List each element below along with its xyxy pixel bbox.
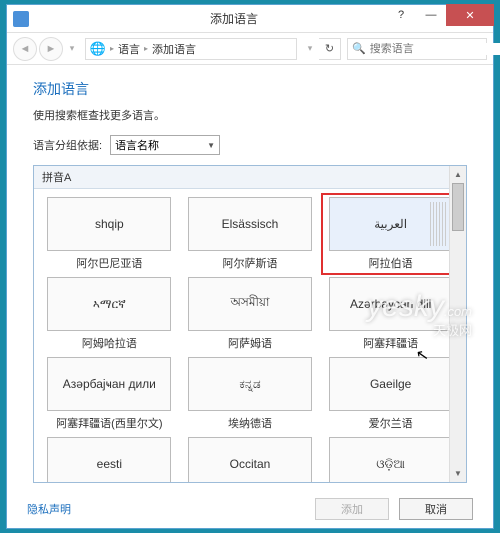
content: 添加语言 使用搜索框查找更多语言。 语言分组依据: 语言名称 ▼ 拼音A shq… [7,65,493,491]
refresh-button[interactable]: ↻ [319,38,341,60]
minimize-button[interactable]: — [416,4,446,26]
group-select-value: 语言名称 [115,137,159,153]
language-label: 阿拉伯语 [369,255,413,271]
language-cell[interactable]: Азәрбајҹан дили 阿塞拜疆语(西里尔文) [44,357,175,431]
language-label: 爱尔兰语 [369,415,413,431]
footer: 隐私声明 添加 取消 [7,498,493,520]
language-tile[interactable]: Azərbaycan dili [329,277,453,331]
search-box[interactable]: 🔍 [347,38,487,60]
search-icon: 🔍 [352,42,366,55]
navbar: ◄ ► ▾ 🌐 ▸ 语言 ▸ 添加语言 ▾ ↻ 🔍 [7,33,493,65]
language-tile[interactable]: ଓଡ଼ିଆ [329,437,453,483]
breadcrumb-item[interactable]: 添加语言 [152,41,196,57]
language-cell[interactable]: ኣማርኛ 阿姆哈拉语 [44,277,175,351]
window-controls: ? — ✕ [386,4,494,26]
language-list: 拼音A shqip 阿尔巴尼亚语 Elsässisch 阿尔萨斯语 العربية 阿拉伯… [33,165,467,483]
close-button[interactable]: ✕ [446,4,494,26]
language-tile[interactable]: Gaeilge [329,357,453,411]
cancel-button[interactable]: 取消 [399,498,473,520]
language-tile[interactable]: ಕನ್ನಡ [188,357,312,411]
language-tile[interactable]: Elsässisch [188,197,312,251]
window: 添加语言 ? — ✕ ◄ ► ▾ 🌐 ▸ 语言 ▸ 添加语言 ▾ ↻ 🔍 添加语… [6,4,494,529]
language-cell[interactable]: Occitan [185,437,316,483]
breadcrumb-dropdown[interactable]: ▾ [303,37,317,61]
language-label: 阿姆哈拉语 [82,335,137,351]
help-button[interactable]: ? [386,4,416,26]
group-select[interactable]: 语言名称 ▼ [110,135,220,155]
language-cell[interactable]: eesti [44,437,175,483]
language-cell[interactable]: ಕನ್ನಡ 埃纳德语 [185,357,316,431]
section-header: 拼音A [34,166,466,189]
breadcrumb[interactable]: 🌐 ▸ 语言 ▸ 添加语言 [85,38,297,60]
add-button[interactable]: 添加 [315,498,389,520]
chevron-down-icon: ▼ [207,141,215,150]
forward-button[interactable]: ► [39,37,63,61]
history-dropdown[interactable]: ▾ [65,37,79,61]
language-label: 埃纳德语 [228,415,272,431]
language-label: 阿尔萨斯语 [222,255,277,271]
language-cell[interactable]: Azərbaycan dili 阿塞拜疆语 [325,277,456,351]
language-cell[interactable]: ଓଡ଼ିଆ [325,437,456,483]
titlebar: 添加语言 ? — ✕ [7,5,493,33]
group-row: 语言分组依据: 语言名称 ▼ [33,135,467,155]
page-subtitle: 使用搜索框查找更多语言。 [33,107,467,123]
scroll-down-button[interactable]: ▼ [450,465,466,482]
language-tile[interactable]: Азәрбајҹан дили [47,357,171,411]
breadcrumb-item[interactable]: 语言 [118,41,140,57]
globe-icon: 🌐 [90,41,106,57]
scrollbar[interactable]: ▲ ▼ [449,166,466,482]
language-label: 阿塞拜疆语 [363,335,418,351]
group-label: 语言分组依据: [33,137,102,153]
language-label: 阿尔巴尼亚语 [76,255,142,271]
language-cell[interactable]: العربية 阿拉伯语 [325,197,456,271]
language-tile[interactable]: العربية [329,197,453,251]
language-tile[interactable]: ኣማርኛ [47,277,171,331]
search-input[interactable] [370,43,500,55]
language-tile[interactable]: shqip [47,197,171,251]
scroll-up-button[interactable]: ▲ [450,166,466,183]
scroll-thumb[interactable] [452,183,464,231]
language-tile[interactable]: অসমীয়া [188,277,312,331]
page-title: 添加语言 [33,79,467,99]
language-label: 阿萨姆语 [228,335,272,351]
language-cell[interactable]: Elsässisch 阿尔萨斯语 [185,197,316,271]
language-label: 阿塞拜疆语(西里尔文) [56,415,162,431]
language-tile[interactable]: eesti [47,437,171,483]
app-icon [13,11,29,27]
privacy-link[interactable]: 隐私声明 [27,501,305,517]
back-button[interactable]: ◄ [13,37,37,61]
chevron-right-icon: ▸ [144,44,148,53]
language-grid: shqip 阿尔巴尼亚语 Elsässisch 阿尔萨斯语 العربية 阿拉伯语 ኣማር… [34,189,466,483]
language-cell[interactable]: Gaeilge 爱尔兰语 [325,357,456,431]
language-tile[interactable]: Occitan [188,437,312,483]
chevron-right-icon: ▸ [110,44,114,53]
language-cell[interactable]: অসমীয়া 阿萨姆语 [185,277,316,351]
scroll-track[interactable] [450,183,466,465]
language-cell[interactable]: shqip 阿尔巴尼亚语 [44,197,175,271]
